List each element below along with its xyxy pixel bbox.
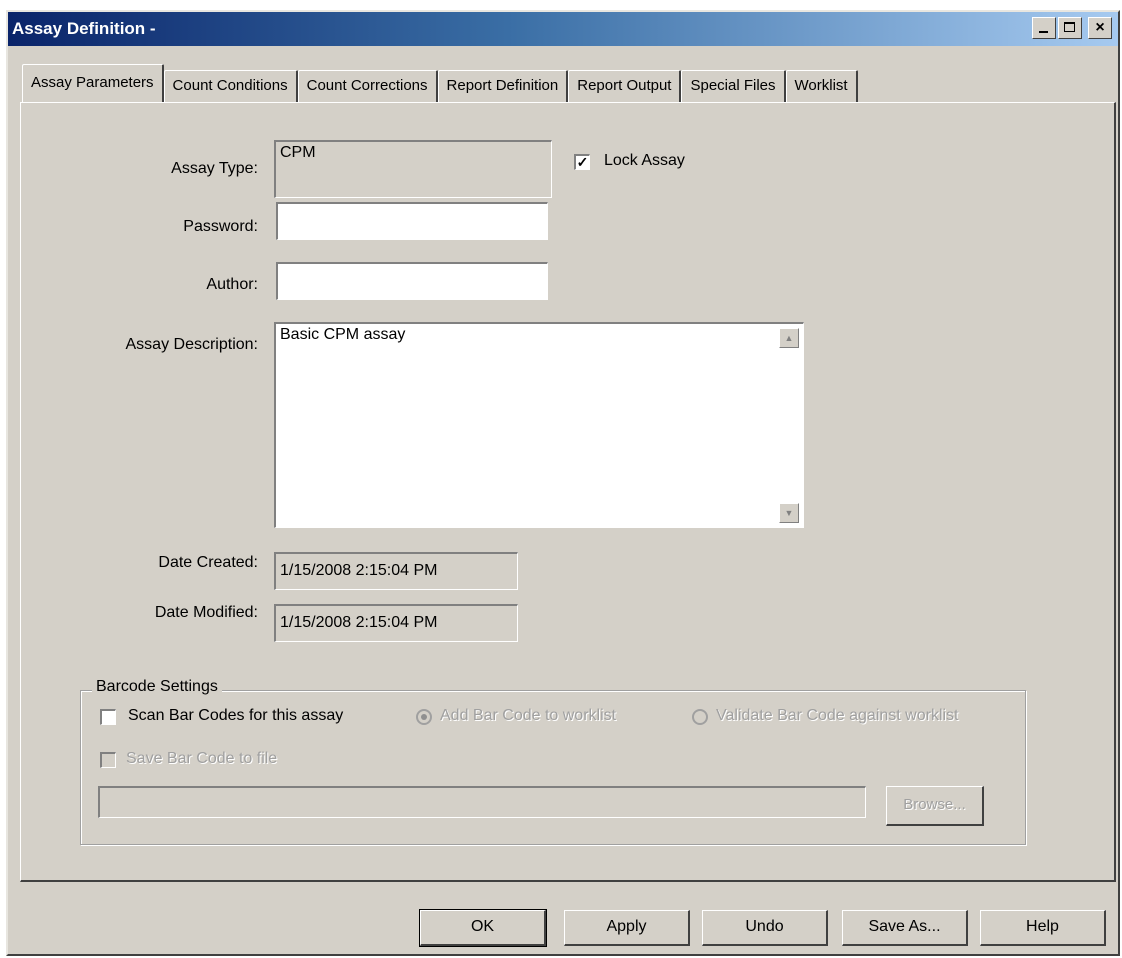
minimize-button[interactable] <box>1032 17 1056 39</box>
assay-definition-window: Assay Definition - × Assay Parameters Co… <box>6 10 1120 956</box>
password-label: Password: <box>183 218 258 235</box>
validate-bar-code-label: Validate Bar Code against worklist <box>716 707 959 724</box>
add-bar-code-radio[interactable] <box>416 709 432 725</box>
description-scrollbar[interactable]: ▲ ▼ <box>779 328 799 523</box>
window-controls: × <box>1032 17 1112 39</box>
scan-bar-codes-label: Scan Bar Codes for this assay <box>128 707 344 724</box>
add-bar-code-label: Add Bar Code to worklist <box>440 707 617 724</box>
tab-count-corrections[interactable]: Count Corrections <box>297 70 438 102</box>
ok-button[interactable]: OK <box>419 909 547 947</box>
assay-description-textarea[interactable]: Basic CPM assay ▲ ▼ <box>274 322 804 528</box>
close-button[interactable]: × <box>1088 17 1112 39</box>
minimize-icon <box>1039 31 1048 33</box>
arrow-down-icon[interactable]: ▼ <box>779 503 799 523</box>
author-label: Author: <box>206 276 258 293</box>
tab-worklist[interactable]: Worklist <box>785 70 858 102</box>
maximize-button[interactable] <box>1058 17 1082 39</box>
date-created-field: 1/15/2008 2:15:04 PM <box>274 552 518 590</box>
tab-count-conditions[interactable]: Count Conditions <box>163 70 298 102</box>
author-field[interactable] <box>276 262 548 300</box>
password-field[interactable] <box>276 202 548 240</box>
save-as-button[interactable]: Save As... <box>842 910 968 946</box>
window-title: Assay Definition - <box>12 19 156 38</box>
save-bar-code-checkbox[interactable] <box>100 752 116 768</box>
assay-description-text: Basic CPM assay <box>280 326 406 343</box>
tab-assay-parameters[interactable]: Assay Parameters <box>22 64 164 102</box>
barcode-settings-title: Barcode Settings <box>92 678 222 696</box>
close-icon: × <box>1095 19 1105 36</box>
arrow-up-icon[interactable]: ▲ <box>779 328 799 348</box>
browse-button[interactable]: Browse... <box>886 786 984 826</box>
maximize-icon <box>1064 22 1075 32</box>
assay-type-field: CPM <box>274 140 552 198</box>
validate-bar-code-radio[interactable] <box>692 709 708 725</box>
undo-button[interactable]: Undo <box>702 910 828 946</box>
assay-type-label: Assay Type: <box>171 160 258 177</box>
bar-code-file-path-field[interactable] <box>98 786 866 818</box>
date-modified-label: Date Modified: <box>154 604 258 621</box>
scan-bar-codes-checkbox[interactable] <box>100 709 116 725</box>
save-bar-code-label: Save Bar Code to file <box>126 750 278 767</box>
tab-special-files[interactable]: Special Files <box>681 70 786 102</box>
tab-report-output[interactable]: Report Output <box>568 70 682 102</box>
lock-assay-label: Lock Assay <box>604 152 685 169</box>
date-created-label: Date Created: <box>158 554 258 571</box>
title-bar[interactable]: Assay Definition - × <box>8 12 1118 46</box>
date-modified-field: 1/15/2008 2:15:04 PM <box>274 604 518 642</box>
tab-strip: Assay Parameters Count Conditions Count … <box>22 64 858 104</box>
checkmark-icon: ✓ <box>576 154 589 170</box>
tab-report-definition[interactable]: Report Definition <box>437 70 569 102</box>
lock-assay-checkbox[interactable]: ✓ <box>574 154 590 170</box>
help-button[interactable]: Help <box>980 910 1106 946</box>
apply-button[interactable]: Apply <box>564 910 690 946</box>
assay-description-label: Assay Description: <box>125 336 259 353</box>
